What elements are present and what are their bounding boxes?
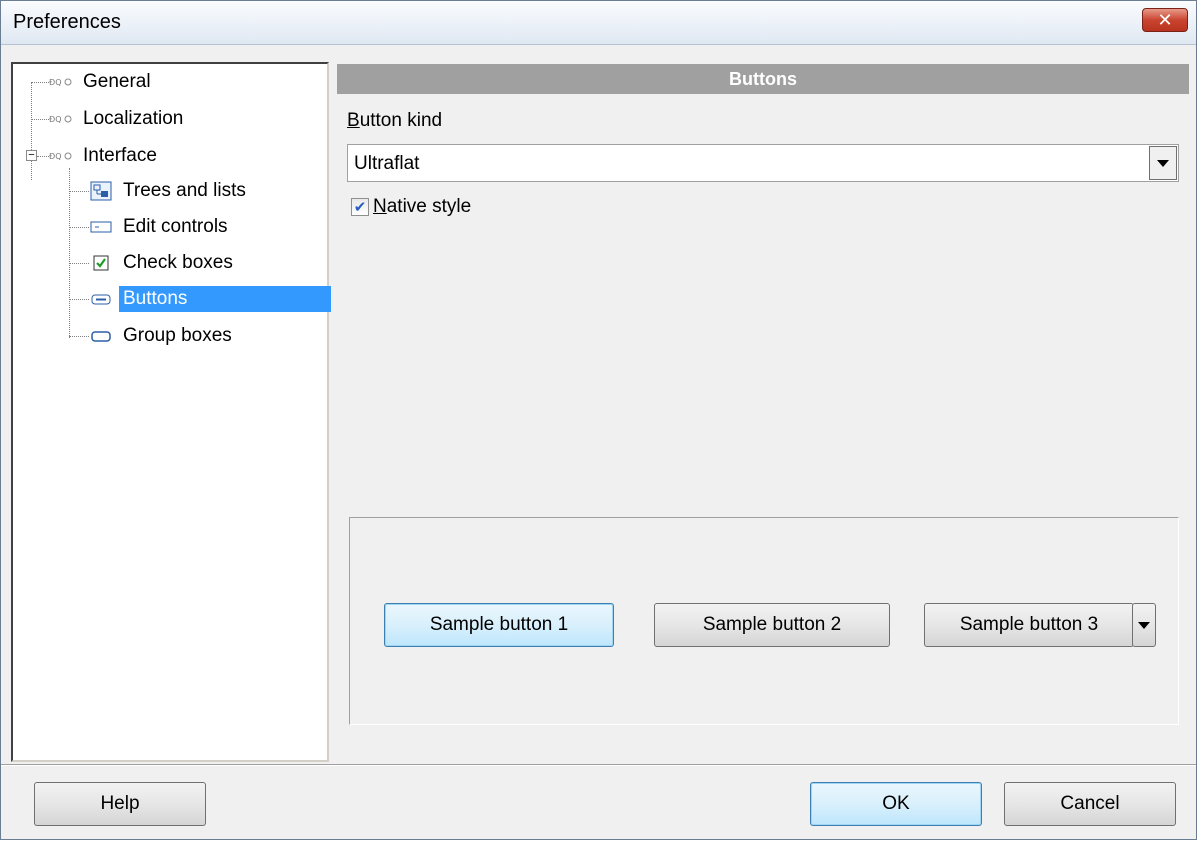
- svg-text:ÐQ: ÐQ: [49, 152, 62, 161]
- tree-item-check-boxes[interactable]: Check boxes: [89, 247, 237, 279]
- tree-item-trees-and-lists[interactable]: Trees and lists: [89, 175, 250, 207]
- native-style-checkbox-row[interactable]: ✔ Native style: [351, 196, 471, 218]
- accelerator-key: B: [347, 110, 360, 131]
- sample-button-2[interactable]: Sample button 2: [654, 603, 890, 647]
- tree-item-general[interactable]: ÐQ General: [49, 66, 155, 98]
- tree-connector: [69, 263, 89, 264]
- tree-item-localization[interactable]: ÐQ Localization: [49, 103, 187, 135]
- ok-button[interactable]: OK: [810, 782, 982, 826]
- tree-item-label: Interface: [83, 145, 157, 166]
- label-text: ative style: [386, 196, 472, 217]
- locale-icon: ÐQ: [49, 72, 73, 92]
- tree-connector: [31, 82, 49, 83]
- panel-header: Buttons: [337, 64, 1189, 94]
- button-kind-label: Button kind: [347, 110, 442, 132]
- help-button[interactable]: Help: [34, 782, 206, 826]
- tree-connector: [69, 191, 89, 192]
- tree-list-icon: [89, 181, 113, 201]
- sample-buttons-box: Sample button 1 Sample button 2 Sample b…: [349, 517, 1179, 725]
- tree-connector: [31, 82, 32, 180]
- tree-connector: [69, 336, 89, 337]
- native-style-label: Native style: [373, 196, 471, 218]
- sample-button-3-dropdown[interactable]: [1132, 603, 1156, 647]
- tree-item-label: Buttons: [119, 286, 331, 312]
- window-title: Preferences: [13, 11, 121, 33]
- edit-field-icon: [89, 217, 113, 237]
- close-button[interactable]: ✕: [1142, 8, 1188, 32]
- tree-item-interface[interactable]: ÐQ Interface: [49, 140, 161, 172]
- check-icon: ✔: [353, 199, 367, 216]
- sample-button-1[interactable]: Sample button 1: [384, 603, 614, 647]
- title-bar: Preferences ✕: [1, 1, 1196, 45]
- preferences-window: Preferences ✕ ÐQ General ÐQ Localization: [0, 0, 1197, 840]
- tree-item-label: Group boxes: [123, 325, 232, 346]
- dropdown-button[interactable]: [1149, 146, 1177, 180]
- locale-icon: ÐQ: [49, 109, 73, 129]
- checkbox-icon: [89, 253, 113, 273]
- tree-connector: [31, 119, 49, 120]
- tree-connector: [69, 227, 89, 228]
- svg-text:ÐQ: ÐQ: [49, 78, 62, 87]
- tree-connector: [37, 156, 49, 157]
- tree-item-label: General: [83, 71, 151, 92]
- tree-item-group-boxes[interactable]: Group boxes: [89, 320, 236, 352]
- button-kind-select[interactable]: Ultraflat: [347, 144, 1179, 182]
- button-kind-value: Ultraflat: [354, 153, 420, 174]
- native-style-checkbox[interactable]: ✔: [351, 198, 369, 216]
- footer-separator: [1, 764, 1196, 766]
- tree-item-label: Edit controls: [123, 216, 228, 237]
- tree-item-label: Localization: [83, 108, 184, 129]
- svg-text:ÐQ: ÐQ: [49, 115, 62, 124]
- button-icon: [89, 289, 113, 309]
- sample-button-3[interactable]: Sample button 3: [924, 603, 1134, 647]
- tree-connector: [69, 299, 89, 300]
- tree-item-label: Check boxes: [123, 252, 233, 273]
- chevron-down-icon: [1157, 159, 1169, 167]
- settings-tree: ÐQ General ÐQ Localization − ÐQ Interfac…: [11, 62, 331, 762]
- chevron-down-icon: [1138, 621, 1150, 629]
- accelerator-key: N: [373, 196, 387, 217]
- tree-item-edit-controls[interactable]: Edit controls: [89, 211, 232, 243]
- buttons-settings-panel: Buttons Button kind Ultraflat ✔ Native s…: [337, 62, 1189, 762]
- label-text: utton kind: [359, 110, 443, 131]
- collapse-icon[interactable]: −: [26, 150, 37, 161]
- tree-connector: [69, 168, 70, 338]
- locale-icon: ÐQ: [49, 146, 73, 166]
- group-box-icon: [89, 326, 113, 346]
- tree-item-label: Trees and lists: [123, 180, 246, 201]
- close-icon: ✕: [1157, 9, 1173, 30]
- tree-item-buttons[interactable]: Buttons: [89, 283, 331, 315]
- cancel-button[interactable]: Cancel: [1004, 782, 1176, 826]
